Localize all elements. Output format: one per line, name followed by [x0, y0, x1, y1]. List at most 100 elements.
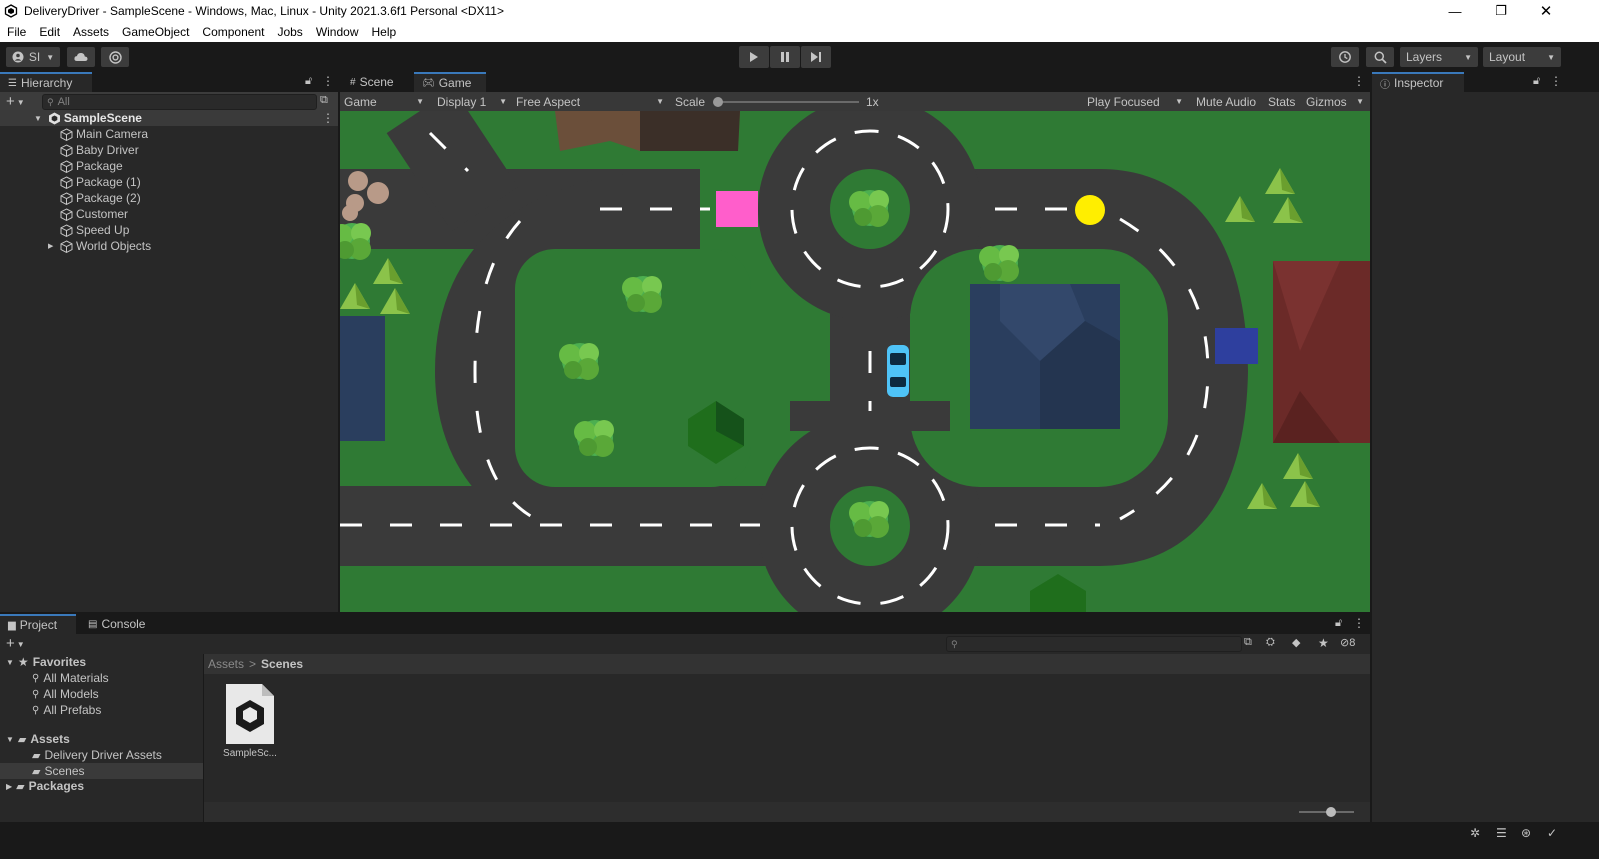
packages-row[interactable]: ▶ ▰ Packages — [6, 778, 84, 794]
mute-audio-toggle[interactable]: Mute Audio — [1192, 92, 1260, 111]
menu-gameobject[interactable]: GameObject — [115, 25, 195, 39]
lock-icon[interactable]: 🔓︎ — [1335, 617, 1342, 630]
minimize-button[interactable]: — — [1432, 0, 1478, 22]
layers-dropdown[interactable]: Layers ▼ — [1400, 47, 1478, 67]
cloud-button[interactable] — [67, 47, 95, 67]
game-mode-dropdown[interactable]: Game ▼ — [340, 92, 428, 111]
hierarchy-item[interactable]: Package (1) — [0, 174, 338, 190]
layers-stack-icon[interactable]: ☰ — [1496, 826, 1507, 840]
stats-toggle[interactable]: Stats — [1264, 92, 1299, 111]
asset-folder-item[interactable]: ▰ Scenes — [0, 763, 203, 779]
hidden-packages-toggle[interactable]: ⊘8 — [1340, 636, 1355, 649]
play-focused-dropdown[interactable]: Play Focused ▼ — [1083, 92, 1187, 111]
project-folder-tree: ▼ ★ Favorites ⚲ All Materials ⚲ All Models ⚲ Al… — [0, 654, 203, 822]
add-icon[interactable]: + — [6, 94, 15, 109]
expand-arrow-icon[interactable]: ▼ — [6, 658, 14, 667]
star-icon[interactable]: ★ — [1318, 636, 1329, 650]
favorites-item[interactable]: ⚲ All Materials — [32, 670, 109, 686]
filter-type-icon[interactable]: ⛭ — [1266, 636, 1275, 649]
more-options-icon[interactable]: ⋮ — [1353, 616, 1365, 630]
expand-arrow-icon[interactable]: ▼ — [6, 735, 14, 744]
pause-button[interactable] — [770, 46, 800, 68]
add-icon[interactable]: + — [6, 636, 15, 651]
search-by-type-icon[interactable]: ⧉ — [1244, 636, 1252, 649]
hierarchy-item[interactable]: Package (2) — [0, 190, 338, 206]
hierarchy-item[interactable]: Main Camera — [0, 126, 338, 142]
project-panel: ▆ Project ▤ Console 🔓︎ ⋮ + ▼ ⚲ ⧉ ⛭ ◆ ★ ⊘8 … — [0, 614, 1370, 822]
lock-icon[interactable]: 🔓︎ — [1533, 75, 1540, 88]
chevron-down-icon: ▼ — [46, 52, 55, 62]
lock-icon[interactable]: 🔓︎ — [305, 75, 312, 88]
hierarchy-item-label: Baby Driver — [76, 143, 139, 157]
folder-icon: ▰ — [16, 780, 25, 793]
undo-history-button[interactable] — [1331, 47, 1359, 67]
menu-help[interactable]: Help — [365, 25, 403, 39]
scale-slider-thumb[interactable] — [713, 97, 723, 107]
package-sprite — [716, 191, 758, 227]
hierarchy-item[interactable]: Package — [0, 158, 338, 174]
account-dropdown[interactable]: SI ▼ — [6, 47, 60, 67]
label-icon[interactable]: ◆ — [1292, 636, 1300, 649]
expand-arrow-icon[interactable]: ▼ — [34, 114, 42, 123]
chevron-down-icon[interactable]: ▼ — [17, 98, 25, 107]
hierarchy-search-input[interactable]: ⚲ All — [42, 94, 317, 110]
more-options-icon[interactable]: ⋮ — [322, 74, 334, 88]
display-dropdown[interactable]: Display 1 ▼ — [433, 92, 511, 111]
check-circle-icon[interactable]: ✓ — [1547, 826, 1557, 840]
collab-button[interactable] — [101, 47, 129, 67]
favorites-row[interactable]: ▼ ★ Favorites — [6, 654, 86, 670]
chevron-down-icon[interactable]: ▼ — [17, 640, 25, 649]
favorites-item[interactable]: ⚲ All Prefabs — [32, 702, 101, 718]
scale-slider-track[interactable] — [714, 101, 859, 103]
tab-console[interactable]: ▤ Console — [80, 614, 156, 634]
hierarchy-item[interactable]: Customer — [0, 206, 338, 222]
maximize-button[interactable]: ❐ — [1478, 0, 1524, 22]
bug-icon[interactable]: ✲ — [1470, 826, 1480, 840]
assets-row[interactable]: ▼ ▰ Assets — [6, 731, 70, 747]
hierarchy-item[interactable]: Speed Up — [0, 222, 338, 238]
tab-hierarchy[interactable]: ☰ Hierarchy — [0, 72, 92, 92]
breadcrumb-scenes[interactable]: Scenes — [261, 657, 303, 671]
menu-edit[interactable]: Edit — [32, 25, 66, 39]
menu-jobs[interactable]: Jobs — [270, 25, 308, 39]
tab-scene[interactable]: # Scene — [342, 72, 412, 92]
more-options-icon[interactable]: ⋮ — [1353, 74, 1365, 88]
zoom-slider-thumb[interactable] — [1326, 807, 1336, 817]
aspect-dropdown[interactable]: Free Aspect ▼ — [512, 92, 668, 111]
menu-file[interactable]: File — [0, 25, 32, 39]
play-icon — [750, 52, 758, 62]
collapse-arrow-icon[interactable]: ▶ — [48, 242, 60, 250]
scene-options-icon[interactable]: ⋮ — [322, 111, 334, 125]
tab-inspector[interactable]: ⓘ Inspector — [1372, 72, 1464, 92]
close-button[interactable]: ✕ — [1523, 0, 1569, 22]
grid-icon: # — [350, 76, 356, 88]
search-button[interactable] — [1366, 47, 1394, 67]
scene-root-row[interactable]: ▼ SampleScene ⋮ — [0, 110, 338, 126]
menu-assets[interactable]: Assets — [66, 25, 115, 39]
scene-search-icon[interactable]: ⧉ — [320, 94, 328, 107]
hidden-count: 8 — [1349, 637, 1356, 649]
layers-label: Layers — [1406, 50, 1443, 64]
tab-game[interactable]: 🎮︎ Game — [414, 72, 486, 92]
collapse-arrow-icon[interactable]: ▶ — [6, 782, 12, 791]
window-title-bar: DeliveryDriver - SampleScene - Windows, … — [0, 0, 1599, 22]
favorites-item[interactable]: ⚲ All Models — [32, 686, 99, 702]
more-options-icon[interactable]: ⋮ — [1550, 74, 1562, 88]
hierarchy-item[interactable]: ▶ World Objects — [0, 238, 338, 254]
tab-project[interactable]: ▆ Project — [0, 614, 76, 634]
network-icon[interactable]: ⊛ — [1521, 826, 1531, 840]
project-search-input[interactable]: ⚲ — [946, 636, 1242, 652]
menu-component[interactable]: Component — [195, 25, 270, 39]
scene-asset-tile[interactable]: SampleSc... — [214, 682, 286, 766]
step-button[interactable] — [801, 46, 831, 68]
game-viewport[interactable] — [340, 111, 1370, 612]
gizmos-dropdown[interactable]: Gizmos ▼ — [1302, 92, 1368, 111]
play-button[interactable] — [739, 46, 769, 68]
menu-window[interactable]: Window — [309, 25, 365, 39]
folder-open-icon: ▰ — [17, 733, 27, 746]
breadcrumb-assets[interactable]: Assets — [208, 657, 244, 671]
hierarchy-item[interactable]: Baby Driver — [0, 142, 338, 158]
chevron-down-icon: ▼ — [656, 97, 664, 106]
asset-folder-item[interactable]: ▰ Delivery Driver Assets — [0, 747, 203, 763]
layout-dropdown[interactable]: Layout ▼ — [1483, 47, 1561, 67]
